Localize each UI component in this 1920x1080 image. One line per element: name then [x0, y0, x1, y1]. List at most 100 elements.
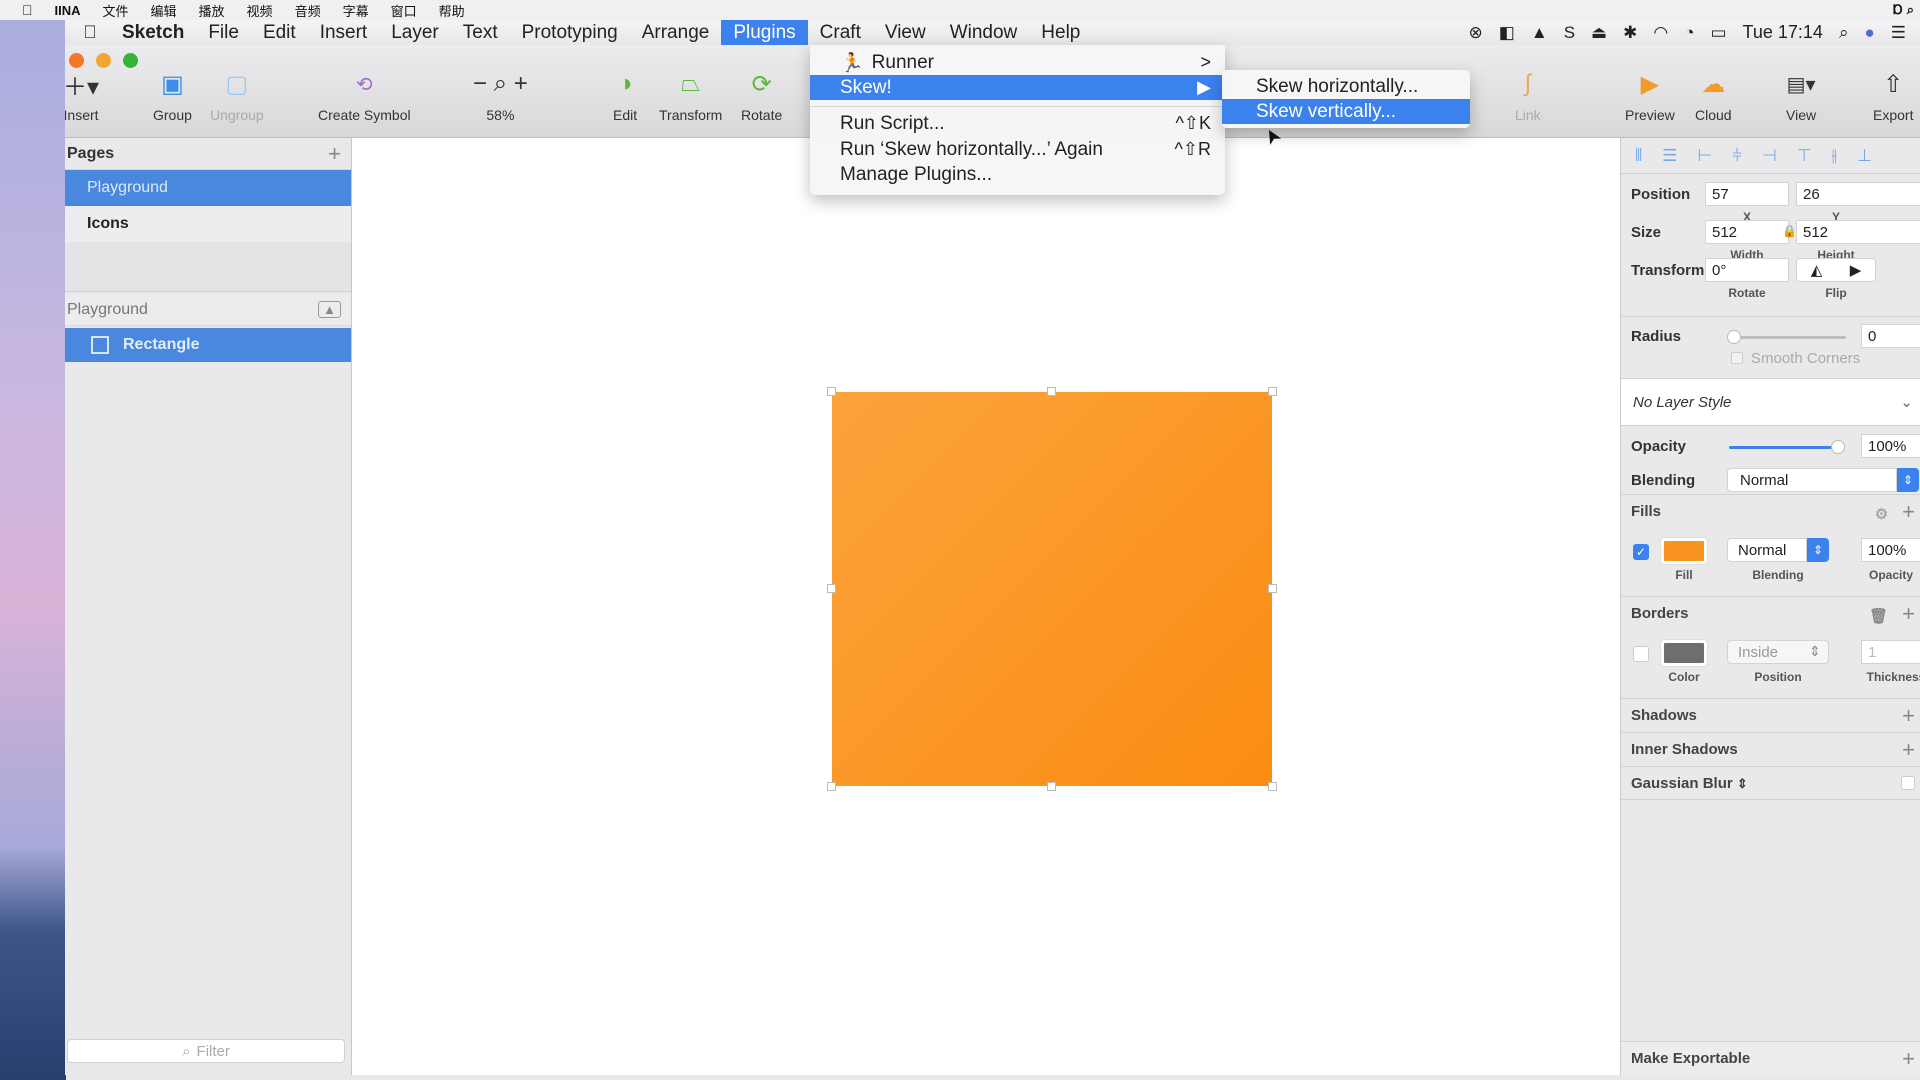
flip-vertical-icon[interactable]: ▶ — [1850, 261, 1862, 279]
border-position-stepper-icon[interactable]: ⇕ — [1809, 643, 1821, 660]
wifi-icon[interactable]: ◠ — [1653, 23, 1668, 43]
time-machine-icon[interactable]: ◔ — [1684, 23, 1694, 43]
menu-view[interactable]: View — [873, 20, 938, 45]
fill-opacity-input[interactable]: 100% — [1861, 538, 1920, 562]
export-button[interactable]: ⇧ Export — [1873, 67, 1913, 124]
menu-craft[interactable]: Craft — [808, 20, 873, 45]
siri-icon[interactable]: ● — [1864, 23, 1874, 43]
rotate-input[interactable]: 0° — [1705, 258, 1789, 282]
menu-edit[interactable]: Edit — [251, 20, 308, 45]
opacity-input[interactable]: 100% — [1861, 434, 1920, 458]
rectangle-shape[interactable] — [827, 387, 1277, 791]
resize-handle-bottom-left[interactable] — [827, 782, 836, 791]
page-item-icons[interactable]: Icons — [65, 206, 351, 242]
submenu-item-skew-vertically[interactable]: Skew vertically... — [1222, 99, 1470, 124]
layer-filter-input[interactable]: ⌕ Filter — [67, 1039, 345, 1063]
collapse-layers-icon[interactable]: ▲ — [318, 301, 341, 318]
border-thickness-input[interactable]: 1 — [1861, 640, 1920, 664]
menu-text[interactable]: Text — [451, 20, 510, 45]
menu-iina[interactable]: IINA — [55, 3, 81, 18]
opacity-slider[interactable] — [1729, 440, 1845, 454]
menu-audio-cn[interactable]: 音频 — [295, 1, 321, 20]
width-input[interactable]: 512 — [1705, 220, 1789, 244]
resize-handle-left[interactable] — [827, 584, 836, 593]
menu-insert[interactable]: Insert — [308, 20, 380, 45]
notification-center-icon[interactable]: ☰ — [1891, 23, 1906, 43]
border-color-swatch[interactable] — [1661, 640, 1707, 666]
apple-icon[interactable]:  — [22, 2, 33, 18]
align-top-icon[interactable]: ⊤ — [1797, 146, 1812, 166]
lock-proportions-icon[interactable]: 🔒 — [1782, 224, 1797, 238]
align-middle-icon[interactable]: ⫲ — [1832, 146, 1838, 166]
menu-edit-cn[interactable]: 编辑 — [151, 1, 177, 20]
resize-handle-top-left[interactable] — [827, 387, 836, 396]
add-border-button[interactable]: + — [1902, 601, 1915, 626]
menu-sketch[interactable]: Sketch — [110, 20, 196, 45]
blur-title[interactable]: Gaussian Blur — [1631, 775, 1733, 792]
link-button[interactable]: ∫ Link — [1515, 67, 1541, 123]
add-export-button[interactable]: + — [1902, 1046, 1915, 1072]
smooth-corners-checkbox[interactable] — [1731, 352, 1743, 364]
resize-handle-right[interactable] — [1268, 584, 1277, 593]
border-enabled-checkbox[interactable] — [1633, 646, 1649, 662]
fill-color-swatch[interactable] — [1661, 538, 1707, 564]
gear-icon[interactable]: ⚙ — [1875, 506, 1888, 523]
layer-style-dropdown[interactable]: No Layer Style ⌄ — [1621, 378, 1920, 426]
position-y-input[interactable]: 26 — [1796, 182, 1920, 206]
edit-button[interactable]: ◑ Edit — [613, 67, 637, 123]
radius-slider-knob[interactable] — [1727, 330, 1741, 344]
submenu-item-skew-horizontally[interactable]: Skew horizontally... — [1222, 74, 1470, 99]
add-shadow-button[interactable]: + — [1902, 703, 1915, 729]
fill-blending-stepper-icon[interactable]: ⇕ — [1807, 538, 1829, 562]
add-fill-button[interactable]: + — [1902, 499, 1915, 524]
resize-handle-bottom[interactable] — [1047, 782, 1056, 791]
resize-handle-bottom-right[interactable] — [1268, 782, 1277, 791]
add-inner-shadow-button[interactable]: + — [1902, 737, 1915, 763]
add-page-button[interactable]: + — [328, 141, 341, 167]
blending-stepper-icon[interactable]: ⇕ — [1897, 468, 1919, 492]
insert-button[interactable]: ＋▾ Insert — [65, 67, 99, 124]
group-button[interactable]: ▣ Group — [153, 67, 192, 124]
resize-handle-top[interactable] — [1047, 387, 1056, 396]
transform-button[interactable]: ⏢ Transform — [659, 67, 722, 123]
radius-slider[interactable] — [1727, 330, 1846, 344]
menu-subtitle-cn[interactable]: 字幕 — [343, 1, 369, 20]
trash-icon[interactable]: 🗑 — [1869, 608, 1888, 625]
menu-item-run-script[interactable]: Run Script... ^⇧K — [810, 111, 1225, 136]
creative-cloud-icon[interactable]: ⊗ — [1469, 23, 1483, 43]
cloud-button[interactable]: ☁ Cloud — [1695, 67, 1732, 124]
menu-layer[interactable]: Layer — [379, 20, 451, 45]
view-button[interactable]: ▤▾ View — [1786, 67, 1816, 124]
position-x-input[interactable]: 57 — [1705, 182, 1789, 206]
menu-item-manage-plugins[interactable]: Manage Plugins... — [810, 162, 1225, 187]
opacity-slider-knob[interactable] — [1831, 440, 1845, 454]
align-left-icon[interactable]: ⊢ — [1697, 146, 1712, 166]
craft-icon[interactable]: ◧ — [1499, 23, 1515, 43]
menu-help[interactable]: Help — [1029, 20, 1092, 45]
menu-prototyping[interactable]: Prototyping — [510, 20, 630, 45]
menu-item-runner[interactable]: 🏃 Runner > — [810, 50, 1225, 75]
clock[interactable]: Tue 17:14 — [1743, 22, 1823, 43]
menu-play-cn[interactable]: 播放 — [199, 1, 225, 20]
create-symbol-button[interactable]: ⟲ Create Symbol — [318, 67, 411, 124]
canvas[interactable] — [352, 138, 1620, 1075]
blur-type-stepper-icon[interactable]: ⇕ — [1737, 776, 1748, 791]
blur-enabled-checkbox[interactable] — [1901, 776, 1915, 790]
rotate-button[interactable]: ⟳ Rotate — [741, 67, 782, 124]
spotlight-search-icon[interactable]: ⌕ — [1839, 23, 1849, 43]
height-input[interactable]: 512 — [1796, 220, 1920, 244]
fill-enabled-checkbox[interactable]: ✓ — [1633, 544, 1649, 560]
layer-item-rectangle[interactable]: Rectangle — [65, 328, 351, 362]
menu-item-run-again[interactable]: Run ‘Skew horizontally...’ Again ^⇧R — [810, 137, 1225, 162]
menu-window-cn[interactable]: 窗口 — [391, 1, 417, 20]
notification-bell-icon[interactable]: ▲ — [1531, 23, 1548, 43]
battery-icon[interactable]: ▭ — [1710, 23, 1726, 43]
menu-arrange[interactable]: Arrange — [630, 20, 722, 45]
preview-button[interactable]: ▶ Preview — [1625, 67, 1675, 124]
menu-file-cn[interactable]: 文件 — [103, 1, 129, 20]
ungroup-button[interactable]: ▢ Ungroup — [210, 67, 264, 124]
skype-icon[interactable]: S — [1564, 23, 1575, 43]
apple-menu-icon[interactable]:  — [70, 22, 110, 43]
align-center-icon[interactable]: ⫩ — [1732, 146, 1742, 166]
bluetooth-icon[interactable]: ✱ — [1623, 23, 1637, 43]
